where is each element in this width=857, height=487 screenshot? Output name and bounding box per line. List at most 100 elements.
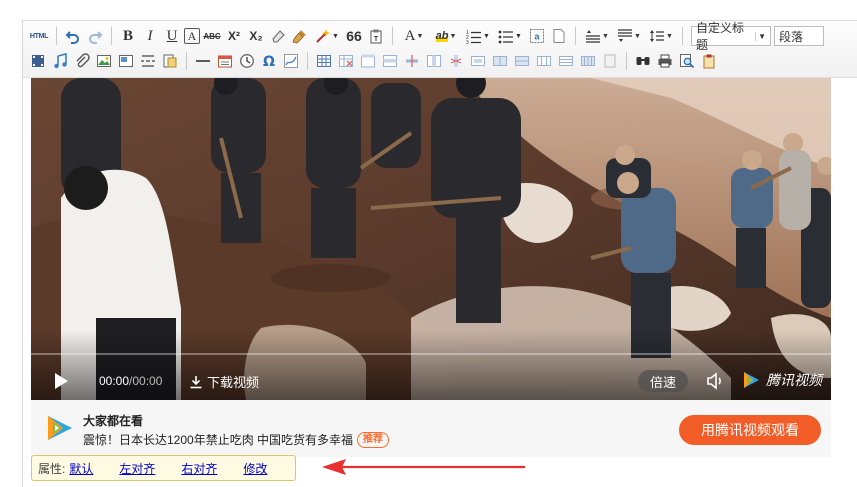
merge-cells-button[interactable] bbox=[468, 51, 488, 71]
row-spacing-bottom-button[interactable]: ▼ bbox=[614, 26, 644, 46]
special-char-button[interactable]: Ω bbox=[259, 51, 279, 71]
attachment-button[interactable] bbox=[72, 51, 92, 71]
tencent-video-logo[interactable]: 腾讯视频 bbox=[741, 370, 822, 390]
insert-frame-button[interactable] bbox=[116, 51, 136, 71]
highlight-color-button[interactable]: ab ▼ bbox=[431, 26, 461, 46]
play-button[interactable] bbox=[51, 371, 71, 391]
insert-image-button[interactable] bbox=[94, 51, 114, 71]
underline-button[interactable]: U bbox=[162, 26, 182, 46]
drafts-button[interactable] bbox=[699, 51, 719, 71]
paste-plain-button[interactable]: T bbox=[366, 26, 386, 46]
paste-table-button[interactable] bbox=[600, 51, 620, 71]
dropdown-caret-icon: ▼ bbox=[755, 31, 766, 41]
align-left-link[interactable]: 左对齐 bbox=[119, 460, 155, 477]
recommend-bar[interactable]: 大家都在看 震惊！日本长达1200年禁止吃肉 中国吃货有多幸福 推荐 用腾讯视频… bbox=[31, 400, 831, 457]
font-color-button[interactable]: A ▼ bbox=[399, 26, 429, 46]
insert-col-button[interactable] bbox=[424, 51, 444, 71]
clipboard-text-icon: T bbox=[370, 29, 382, 44]
modify-link[interactable]: 修改 bbox=[243, 460, 267, 477]
blank-page-icon bbox=[553, 29, 565, 43]
insert-video-icon bbox=[32, 55, 44, 67]
html-source-button[interactable]: HTML bbox=[28, 26, 50, 46]
recommend-description[interactable]: 震惊！日本长达1200年禁止吃肉 中国吃货有多幸福 推荐 bbox=[83, 431, 390, 448]
playback-speed-button[interactable]: 倍速 bbox=[638, 370, 688, 392]
merge-down-button[interactable] bbox=[512, 51, 532, 71]
unordered-list-button[interactable]: ▼ bbox=[495, 26, 525, 46]
row-spacing-top-button[interactable]: ▼ bbox=[582, 26, 612, 46]
blockquote-button[interactable]: 66 bbox=[344, 26, 364, 46]
italic-button[interactable]: I bbox=[140, 26, 160, 46]
line-height-icon bbox=[650, 30, 665, 42]
auto-typeset-button[interactable]: ▼ bbox=[312, 26, 342, 46]
recommend-title: 大家都在看 bbox=[83, 414, 144, 428]
progress-bar[interactable] bbox=[31, 353, 831, 355]
time-icon bbox=[240, 54, 254, 68]
font-border-button[interactable]: A bbox=[184, 28, 200, 44]
insert-video-button[interactable] bbox=[28, 51, 48, 71]
print-icon bbox=[658, 54, 672, 68]
scrawl-button[interactable] bbox=[281, 51, 301, 71]
insert-frame-icon bbox=[119, 55, 133, 67]
time-button[interactable] bbox=[237, 51, 257, 71]
split-rows-button[interactable] bbox=[556, 51, 576, 71]
print-button[interactable] bbox=[655, 51, 675, 71]
svg-text:Ω: Ω bbox=[263, 54, 275, 69]
spacing-top-icon bbox=[586, 30, 601, 43]
preview-icon bbox=[680, 54, 695, 69]
insert-table-button[interactable] bbox=[314, 51, 334, 71]
image-properties-bar: 属性: 默认 左对齐 右对齐 修改 bbox=[31, 455, 296, 481]
toolbar-separator bbox=[186, 52, 187, 70]
superscript-button[interactable]: X² bbox=[224, 26, 244, 46]
ordered-list-button[interactable]: 1 2 3 ▼ bbox=[463, 26, 493, 46]
format-clear-button[interactable] bbox=[268, 26, 288, 46]
attachment-icon bbox=[76, 53, 90, 68]
template-button[interactable] bbox=[160, 51, 180, 71]
undo-button[interactable] bbox=[63, 26, 83, 46]
select-all-button[interactable]: a bbox=[527, 26, 547, 46]
split-cols-button[interactable] bbox=[578, 51, 598, 71]
split-cells-button[interactable] bbox=[534, 51, 554, 71]
redo-button[interactable] bbox=[85, 26, 105, 46]
toolbar-row-1: HTML B I U A ABC X² X₂ ▼ 66 T A ▼ ab ▼ 1… bbox=[27, 21, 824, 52]
preview-button[interactable] bbox=[677, 51, 697, 71]
search-replace-button[interactable] bbox=[633, 51, 653, 71]
redo-icon bbox=[89, 31, 103, 44]
tencent-video-play-icon bbox=[744, 372, 759, 388]
insert-row-icon bbox=[383, 55, 397, 67]
delete-row-button[interactable] bbox=[402, 51, 422, 71]
clear-doc-button[interactable] bbox=[549, 26, 569, 46]
delete-col-button[interactable] bbox=[446, 51, 466, 71]
insert-row-button[interactable] bbox=[380, 51, 400, 71]
bold-button[interactable]: B bbox=[118, 26, 138, 46]
paragraph-select[interactable]: 段落 bbox=[774, 26, 824, 46]
strikethrough-button[interactable]: ABC bbox=[202, 26, 222, 46]
download-video-button[interactable]: 下载视频 bbox=[189, 372, 259, 391]
custom-title-select[interactable]: 自定义标题 ▼ bbox=[691, 21, 771, 52]
download-icon bbox=[190, 375, 202, 388]
delete-col-icon bbox=[450, 55, 462, 67]
insert-music-button[interactable] bbox=[50, 51, 70, 71]
embedded-video-player[interactable]: 00:00/00:00 下载视频 倍速 腾讯视频 bbox=[31, 78, 831, 400]
line-height-button[interactable]: ▼ bbox=[646, 26, 676, 46]
drafts-icon bbox=[703, 54, 715, 69]
insert-caption-button[interactable] bbox=[358, 51, 378, 71]
volume-button[interactable] bbox=[705, 371, 725, 391]
date-button[interactable] bbox=[215, 51, 235, 71]
horizontal-rule-button[interactable] bbox=[193, 51, 213, 71]
insert-col-icon bbox=[427, 55, 441, 67]
delete-table-button[interactable] bbox=[336, 51, 356, 71]
toolbar-separator bbox=[575, 27, 576, 45]
watch-in-tencent-video-button[interactable]: 用腾讯视频观看 bbox=[679, 415, 821, 445]
insert-music-icon bbox=[54, 53, 67, 69]
toolbar-separator bbox=[56, 27, 57, 45]
ordered-list-icon: 123 bbox=[466, 30, 482, 44]
merge-right-button[interactable] bbox=[490, 51, 510, 71]
format-painter-button[interactable] bbox=[290, 26, 310, 46]
align-default-link[interactable]: 默认 bbox=[69, 460, 93, 477]
toolbar-separator bbox=[111, 27, 112, 45]
align-right-link[interactable]: 右对齐 bbox=[181, 460, 217, 477]
font-color-label: A bbox=[404, 27, 416, 44]
duration: 00:00 bbox=[132, 374, 163, 388]
subscript-button[interactable]: X₂ bbox=[246, 26, 266, 46]
pagebreak-button[interactable] bbox=[138, 51, 158, 71]
